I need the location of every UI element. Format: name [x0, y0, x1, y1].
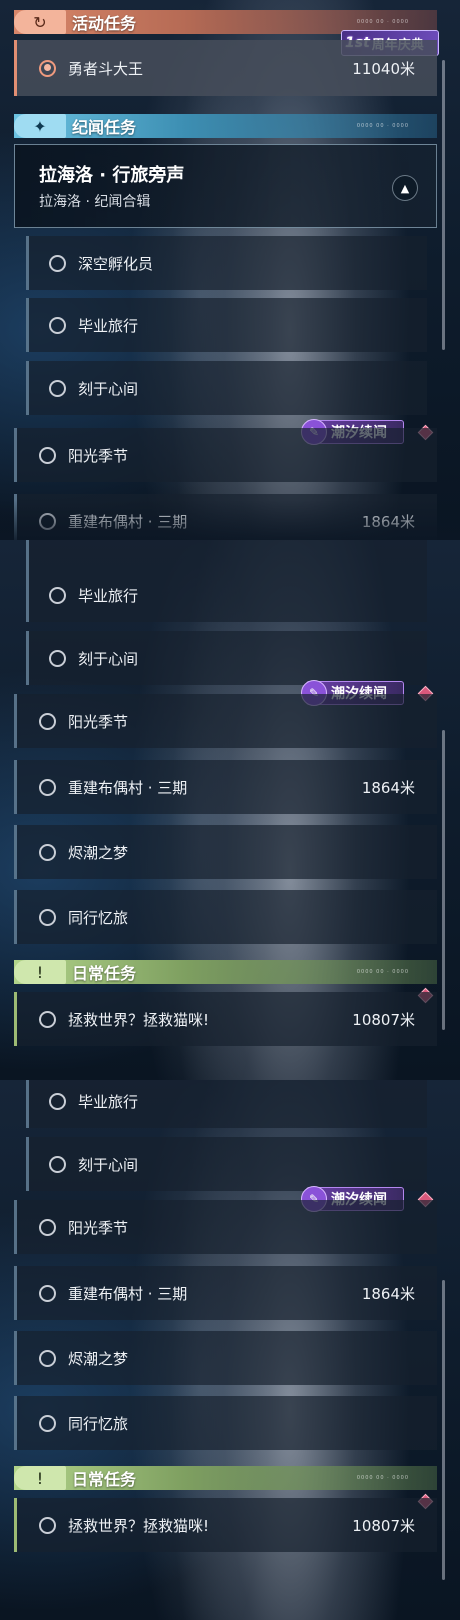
quest-name: 毕业旅行	[78, 316, 139, 335]
quest-name: 深空孵化员	[78, 254, 154, 273]
exclamation-icon: !	[14, 960, 66, 984]
quest-row-shenkong[interactable]: 深空孵化员	[26, 236, 427, 290]
scroll-fade	[0, 500, 460, 540]
radio-ring-icon	[39, 446, 56, 464]
header-decoration: 0000 00 · 0000	[356, 123, 409, 129]
quest-name: 阳光季节	[68, 712, 129, 731]
quest-name: 同行忆旅	[68, 1414, 129, 1433]
radio-ring-icon	[49, 254, 66, 272]
quest-name: 刻于心间	[78, 1155, 139, 1174]
section-title: 日常任务	[72, 964, 137, 983]
quest-panel-1: ↻ 活动任务 0000 00 · 0000 1st 周年庆典 勇者斗大王 110…	[0, 0, 460, 540]
quest-row-biye[interactable]: 毕业旅行	[26, 568, 427, 622]
quest-row-biye[interactable]: 毕业旅行	[26, 1080, 427, 1128]
sparkle-icon: ✦	[14, 114, 66, 138]
quest-distance: 1864米	[361, 778, 415, 797]
scrollbar[interactable]	[442, 1280, 445, 1580]
quest-name: 重建布偶村 · 三期	[68, 778, 188, 797]
radio-ring-icon	[39, 59, 56, 77]
quest-name: 烬潮之梦	[68, 843, 129, 862]
radio-ring-icon	[39, 1284, 56, 1302]
quest-row-yangguang[interactable]: 阳光季节	[14, 428, 437, 482]
quest-row-yangguang[interactable]: 阳光季节	[14, 1200, 437, 1254]
radio-ring-icon	[49, 1155, 66, 1173]
expand-icon[interactable]: ▲	[392, 175, 418, 201]
quest-row-zhengjiu[interactable]: 拯救世界？拯救猫咪! 10807米	[14, 992, 437, 1046]
quest-row-chongjian[interactable]: 重建布偶村 · 三期 1864米	[14, 760, 437, 814]
quest-row-chongjian[interactable]: 重建布偶村 · 三期 1864米	[14, 1266, 437, 1320]
quest-panel-2: 毕业旅行 刻于心间 ✎ 潮汐续闻 阳光季节 重建布偶村 · 三期 1864米 烬…	[0, 540, 460, 1080]
quest-name: 刻于心间	[78, 379, 139, 398]
quest-name: 刻于心间	[78, 649, 139, 668]
header-decoration: 0000 00 · 0000	[356, 19, 409, 25]
section-title: 日常任务	[72, 1470, 137, 1489]
scrollbar[interactable]	[442, 60, 445, 350]
quest-name: 毕业旅行	[78, 1092, 139, 1111]
radio-ring-icon	[49, 649, 66, 667]
quest-name: 阳光季节	[68, 446, 129, 465]
quest-row-partial[interactable]	[26, 540, 427, 568]
return-arrow-icon: ↻	[14, 10, 66, 34]
daily-section-header: ! 日常任务 0000 00 · 0000	[14, 960, 437, 984]
quest-name: 同行忆旅	[68, 908, 129, 927]
radio-ring-icon	[49, 586, 66, 604]
section-title: 纪闻任务	[72, 118, 137, 137]
quest-row-biye[interactable]: 毕业旅行	[26, 298, 427, 352]
quest-row-keyu[interactable]: 刻于心间	[26, 361, 427, 415]
radio-ring-icon	[39, 1010, 56, 1028]
quest-distance: 1864米	[361, 1284, 415, 1303]
quest-name: 烬潮之梦	[68, 1349, 129, 1368]
quest-name: 勇者斗大王	[68, 59, 144, 78]
quest-panel-3: 毕业旅行 刻于心间 ✎ 潮汐续闻 阳光季节 重建布偶村 · 三期 1864米 烬…	[0, 1080, 460, 1620]
header-decoration: 0000 00 · 0000	[356, 1475, 409, 1481]
quest-row-tongxing[interactable]: 同行忆旅	[14, 1396, 437, 1450]
daily-section-header: ! 日常任务 0000 00 · 0000	[14, 1466, 437, 1490]
story-card-subtitle: 拉海洛 · 纪闻合辑	[39, 194, 151, 210]
radio-ring-icon	[49, 1092, 66, 1110]
quest-name: 拯救世界？拯救猫咪!	[68, 1010, 210, 1029]
quest-row-zhengjiu[interactable]: 拯救世界？拯救猫咪! 10807米	[14, 1498, 437, 1552]
quest-distance: 11040米	[352, 59, 415, 78]
exclamation-icon: !	[14, 1466, 66, 1490]
header-decoration: 0000 00 · 0000	[356, 969, 409, 975]
quest-name: 拯救世界？拯救猫咪!	[68, 1516, 210, 1535]
radio-ring-icon	[39, 1218, 56, 1236]
quest-row-jinchao[interactable]: 烬潮之梦	[14, 825, 437, 879]
quest-name: 毕业旅行	[78, 586, 139, 605]
radio-ring-icon	[39, 1516, 56, 1534]
quest-row-keyu[interactable]: 刻于心间	[26, 1137, 427, 1191]
section-title: 活动任务	[72, 14, 137, 33]
radio-ring-icon	[39, 908, 56, 926]
story-card-title: 拉海洛 · 行旅旁声	[39, 165, 185, 186]
radio-ring-icon	[39, 712, 56, 730]
radio-ring-icon	[39, 843, 56, 861]
radio-ring-icon	[39, 778, 56, 796]
quest-row-tongxing[interactable]: 同行忆旅	[14, 890, 437, 944]
quest-name: 重建布偶村 · 三期	[68, 1284, 188, 1303]
quest-row-yangguang[interactable]: 阳光季节	[14, 694, 437, 748]
scrollbar[interactable]	[442, 730, 445, 1030]
quest-distance: 10807米	[352, 1010, 415, 1029]
radio-ring-icon	[39, 1349, 56, 1367]
quest-distance: 10807米	[352, 1516, 415, 1535]
quest-row-jinchao[interactable]: 烬潮之梦	[14, 1331, 437, 1385]
radio-ring-icon	[49, 379, 66, 397]
quest-row-yongzhe[interactable]: 勇者斗大王 11040米	[14, 40, 437, 96]
story-section-header: ✦ 纪闻任务 0000 00 · 0000	[14, 114, 437, 138]
radio-ring-icon	[39, 1414, 56, 1432]
quest-row-keyu[interactable]: 刻于心间	[26, 631, 427, 685]
story-card[interactable]: 拉海洛 · 行旅旁声 拉海洛 · 纪闻合辑 ▲	[14, 144, 437, 228]
quest-name: 阳光季节	[68, 1218, 129, 1237]
radio-ring-icon	[49, 316, 66, 334]
